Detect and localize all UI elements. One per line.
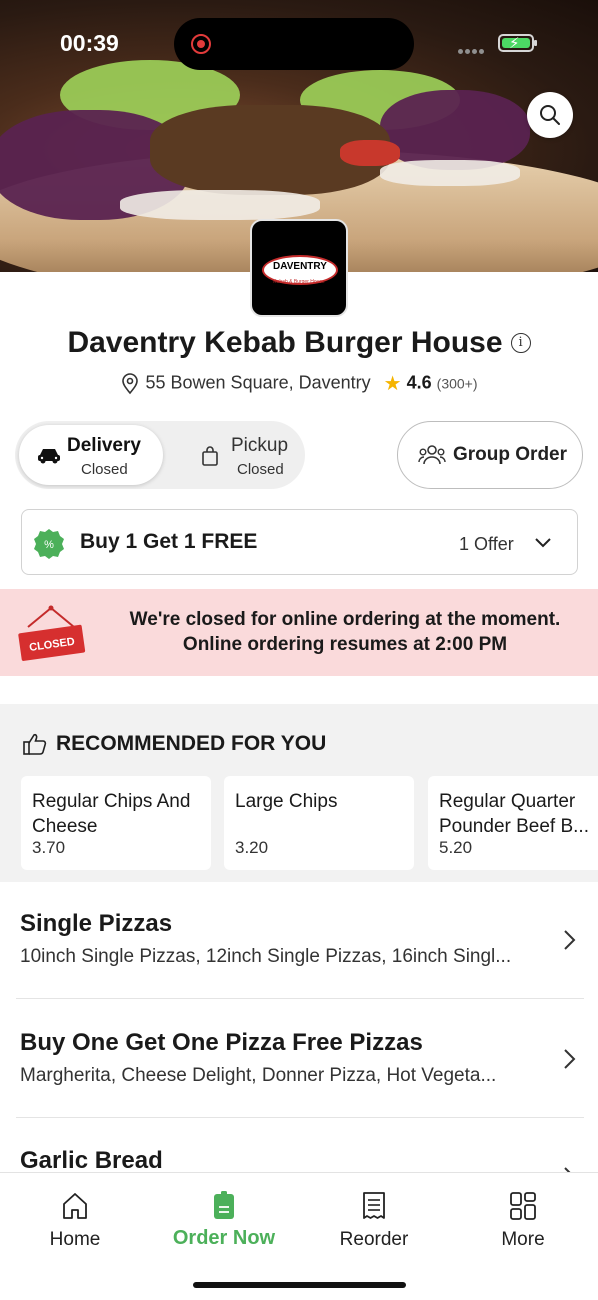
category-title: Buy One Get One Pizza Free Pizzas [20, 1029, 423, 1056]
home-icon [63, 1193, 87, 1219]
search-button[interactable] [527, 92, 573, 138]
recommended-item[interactable]: Regular Quarter Pounder Beef B... 5.20 [428, 776, 598, 870]
grid-icon [510, 1192, 536, 1220]
chevron-right-icon [564, 1049, 576, 1069]
closed-sign-icon: CLOSED [18, 605, 86, 661]
nav-more[interactable]: More [463, 1191, 583, 1261]
recommended-item-name: Large Chips [235, 791, 338, 812]
pickup-option[interactable]: Pickup Closed [171, 425, 301, 485]
bag-icon [202, 446, 218, 466]
closed-message-line2: Online ordering resumes at 2:00 PM [182, 634, 508, 655]
rating-value: 4.6 [406, 372, 432, 393]
recommended-item-name: Regular Quarter Pounder Beef B... [439, 791, 589, 837]
delivery-option[interactable]: Delivery Closed [19, 425, 163, 485]
recommended-heading: RECOMMENDED FOR YOU [22, 732, 326, 756]
hero-cabbage [380, 90, 530, 170]
restaurant-logo: DAVENTRY Kebab & Burger House [250, 219, 348, 317]
restaurant-title-row: Daventry Kebab Burger House i [0, 326, 598, 360]
delivery-label: Delivery [67, 435, 141, 456]
chevron-down-icon [535, 538, 551, 548]
category-subtitle: 10inch Single Pizzas, 12inch Single Pizz… [20, 946, 512, 967]
recommended-item-name: Regular Chips And Cheese [32, 791, 191, 837]
recommended-item[interactable]: Large Chips 3.20 [224, 776, 414, 870]
menu-category[interactable]: Garlic Bread [0, 1147, 598, 1172]
category-title: Garlic Bread [20, 1147, 163, 1172]
group-order-button[interactable]: Group Order [397, 421, 583, 489]
dynamic-island [174, 18, 414, 70]
receipt-icon [363, 1192, 385, 1219]
offer-title: Buy 1 Get 1 FREE [80, 530, 258, 553]
menu-category[interactable]: Single Pizzas 10inch Single Pizzas, 12in… [0, 910, 598, 980]
nav-reorder[interactable]: Reorder [314, 1191, 434, 1261]
signal-icon [458, 41, 488, 54]
closed-message-line1: We're closed for online ordering at the … [129, 609, 561, 630]
chevron-right-icon [564, 930, 576, 950]
location-pin-icon [122, 372, 139, 394]
pickup-label: Pickup [231, 435, 289, 456]
chevron-right-icon [564, 1167, 571, 1172]
recommended-item[interactable]: Regular Chips And Cheese 3.70 [21, 776, 211, 870]
hero-tomato [340, 140, 400, 166]
recommended-item-price: 5.20 [439, 838, 473, 857]
bottom-nav: Home Order Now Reorder More [0, 1172, 598, 1300]
discount-badge-icon: % [34, 529, 64, 559]
address-text: 55 Bowen Square, Daventry [145, 372, 371, 393]
order-mode-toggle: Delivery Closed Pickup Closed [15, 421, 305, 489]
menu-category[interactable]: Buy One Get One Pizza Free Pizzas Marghe… [0, 1029, 598, 1099]
home-indicator [193, 1282, 406, 1288]
divider [16, 1117, 584, 1118]
star-icon: ★ [383, 373, 402, 395]
offer-count: 1 Offer [459, 534, 514, 554]
recommended-item-price: 3.20 [235, 838, 269, 857]
category-title: Single Pizzas [20, 910, 173, 937]
recording-icon [191, 34, 211, 54]
group-order-label: Group Order [453, 444, 568, 465]
info-icon[interactable]: i [510, 333, 531, 353]
hero-onion [380, 160, 520, 186]
restaurant-name: Daventry Kebab Burger House [67, 326, 503, 359]
nav-home[interactable]: Home [15, 1191, 135, 1261]
status-time: 00:39 [60, 30, 119, 56]
rating-count: (300+) [436, 375, 478, 392]
svg-text:%: % [44, 539, 54, 551]
category-subtitle: Margherita, Cheese Delight, Donner Pizza… [20, 1065, 497, 1086]
car-icon [38, 449, 60, 464]
order-icon [214, 1191, 234, 1219]
hero-onion [120, 190, 320, 220]
battery-icon: ⚡ [498, 34, 537, 52]
recommended-item-price: 3.70 [32, 838, 66, 857]
group-icon [418, 445, 446, 465]
nav-order-now[interactable]: Order Now [164, 1191, 284, 1261]
recommended-section: RECOMMENDED FOR YOU Regular Chips And Ch… [0, 704, 598, 882]
offer-bar[interactable]: % Buy 1 Get 1 FREE 1 Offer [21, 509, 578, 575]
closed-banner: CLOSED We're closed for online ordering … [0, 589, 598, 676]
delivery-status: Closed [81, 461, 128, 478]
thumbs-up-icon [23, 734, 47, 756]
address-row: 55 Bowen Square, Daventry ★ 4.6 (300+) [0, 371, 598, 396]
search-icon [540, 105, 560, 125]
divider [16, 998, 584, 999]
pickup-status: Closed [237, 461, 284, 478]
